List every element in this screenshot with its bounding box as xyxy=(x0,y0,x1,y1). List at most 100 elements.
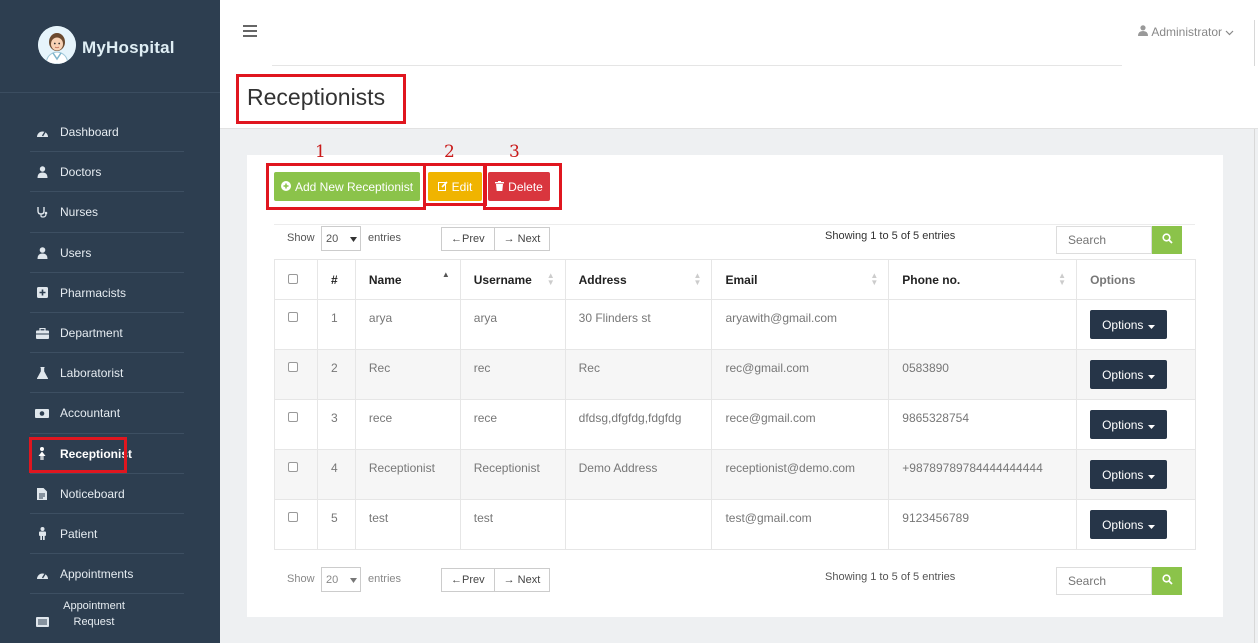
menu-toggle-icon[interactable] xyxy=(243,25,257,40)
row-checkbox[interactable] xyxy=(288,462,298,472)
next-button[interactable]: → Next xyxy=(494,568,551,592)
sidebar-item-receptionist[interactable]: Receptionist xyxy=(0,434,220,474)
sidebar-item-label: Pharmacists xyxy=(60,285,127,300)
logo[interactable]: MyHospital xyxy=(0,0,220,93)
add-new-receptionist-button[interactable]: Add New Receptionist xyxy=(274,172,420,201)
dashboard-icon xyxy=(35,125,49,139)
select-all-checkbox[interactable] xyxy=(288,273,298,284)
cell-address: Demo Address xyxy=(564,449,713,500)
dashboard-icon xyxy=(35,567,49,581)
column-header-name[interactable]: Name ▲ xyxy=(354,259,461,300)
sidebar-item-label: Users xyxy=(60,245,92,260)
column-header-address[interactable]: Address ▲ ▼ xyxy=(564,259,713,300)
cell-name: Receptionist xyxy=(354,449,461,500)
user-md-icon xyxy=(35,165,49,179)
edit-button[interactable]: Edit xyxy=(428,172,482,201)
cell-username: Receptionist xyxy=(459,449,566,500)
sidebar-item-users[interactable]: Users xyxy=(0,233,220,273)
row-checkbox[interactable] xyxy=(288,412,298,422)
table-row: 5 test test test@gmail.com 9123456789 Op… xyxy=(274,499,1196,550)
search-button[interactable] xyxy=(1152,226,1182,254)
sidebar-item-doctors[interactable]: Doctors xyxy=(0,152,220,193)
sidebar-nav: Dashboard Doctors Nurses Users Pharmacis… xyxy=(0,112,220,634)
table-row: 1 arya arya 30 Flinders st aryawith@gmai… xyxy=(274,299,1196,350)
sidebar-item-noticeboard[interactable]: Noticeboard xyxy=(0,474,220,515)
prev-button[interactable]: ←Prev xyxy=(441,568,495,592)
cell-email: test@gmail.com xyxy=(711,499,890,550)
entries-label: entries xyxy=(368,232,402,244)
entries-label: entries xyxy=(368,573,402,585)
sidebar-item-patient[interactable]: Patient xyxy=(0,514,220,555)
sidebar-item-pharmacists[interactable]: Pharmacists xyxy=(0,273,220,314)
search-button[interactable] xyxy=(1152,567,1182,595)
delete-button[interactable]: Delete xyxy=(488,172,550,201)
sidebar-item-appointment-request[interactable]: Appointment Request xyxy=(0,594,220,634)
search-input[interactable] xyxy=(1056,567,1152,595)
pager: ←Prev → Next xyxy=(441,227,551,251)
cell-name: rece xyxy=(354,399,461,450)
page-header: Receptionists xyxy=(220,66,1258,129)
annotation-number-1: 1 xyxy=(315,142,326,162)
file-icon xyxy=(35,487,49,501)
button-label: Delete xyxy=(508,179,543,194)
user-icon xyxy=(35,246,49,260)
show-label: Show xyxy=(287,573,315,585)
page-size-value: 20 xyxy=(326,573,339,586)
cell-email: receptionist@demo.com xyxy=(711,449,890,500)
sidebar-item-appointments[interactable]: Appointments xyxy=(0,554,220,595)
caret-down-icon xyxy=(350,233,358,245)
column-header-username[interactable]: Username ▲ ▼ xyxy=(459,259,566,300)
cell-name: Rec xyxy=(354,349,461,400)
sidebar-item-nurses[interactable]: Nurses xyxy=(0,192,220,233)
user-icon xyxy=(1138,25,1149,39)
sidebar-item-department[interactable]: Department xyxy=(0,313,220,354)
cell-phone xyxy=(888,299,1078,350)
cell-phone: 9865328754 xyxy=(888,399,1078,450)
chevron-down-icon xyxy=(1225,25,1234,39)
flask-icon xyxy=(35,366,49,380)
search-icon xyxy=(1161,574,1173,588)
next-button[interactable]: → Next xyxy=(494,227,551,251)
cell-username: test xyxy=(459,499,566,550)
cell-name: arya xyxy=(354,299,461,350)
annotation-number-3: 3 xyxy=(509,142,520,162)
cell-id: 3 xyxy=(316,399,356,450)
page-size-select[interactable]: 20 xyxy=(321,226,361,251)
list-icon xyxy=(35,615,49,629)
row-checkbox[interactable] xyxy=(288,362,298,372)
plus-circle-icon xyxy=(280,180,291,194)
column-header-email[interactable]: Email ▲ ▼ xyxy=(711,259,890,300)
row-checkbox[interactable] xyxy=(288,312,298,322)
sort-icon: ▲ ▼ xyxy=(546,271,555,287)
sidebar-item-label: Dashboard xyxy=(60,125,119,140)
options-dropdown-button[interactable]: Options xyxy=(1090,310,1168,339)
sidebar-item-dashboard[interactable]: Dashboard xyxy=(0,112,220,153)
table-info: Showing 1 to 5 of 5 entries xyxy=(825,230,956,242)
cell-address: dfdsg,dfgfdg,fdgfdg xyxy=(564,399,713,450)
cell-address xyxy=(564,499,713,550)
user-menu[interactable]: Administrator xyxy=(1138,25,1234,39)
column-header-phone[interactable]: Phone no. ▲ ▼ xyxy=(888,259,1078,300)
divider xyxy=(274,224,1195,225)
table-info: Showing 1 to 5 of 5 entries xyxy=(825,571,956,583)
table-row: 2 Rec rec Rec rec@gmail.com 0583890 Opti… xyxy=(274,349,1196,400)
caret-down-icon xyxy=(1148,518,1156,532)
sort-icon: ▲ ▼ xyxy=(1058,271,1067,287)
options-dropdown-button[interactable]: Options xyxy=(1090,360,1168,389)
cell-username: rec xyxy=(459,349,566,400)
prev-button[interactable]: ←Prev xyxy=(441,227,495,251)
sidebar-item-accountant[interactable]: Accountant xyxy=(0,393,220,434)
plus-square-icon xyxy=(35,286,49,300)
search-input[interactable] xyxy=(1056,226,1152,254)
pager: ←Prev → Next xyxy=(441,568,551,592)
options-dropdown-button[interactable]: Options xyxy=(1090,410,1168,439)
row-checkbox[interactable] xyxy=(288,512,298,522)
table-row: 4 Receptionist Receptionist Demo Address… xyxy=(274,449,1196,500)
sidebar-item-laboratorist[interactable]: Laboratorist xyxy=(0,353,220,394)
cell-address: Rec xyxy=(564,349,713,400)
options-dropdown-button[interactable]: Options xyxy=(1090,510,1168,539)
page-size-select[interactable]: 20 xyxy=(321,567,361,592)
options-dropdown-button[interactable]: Options xyxy=(1090,460,1168,489)
cell-id: 4 xyxy=(316,449,356,500)
column-header-number: # xyxy=(316,259,356,300)
